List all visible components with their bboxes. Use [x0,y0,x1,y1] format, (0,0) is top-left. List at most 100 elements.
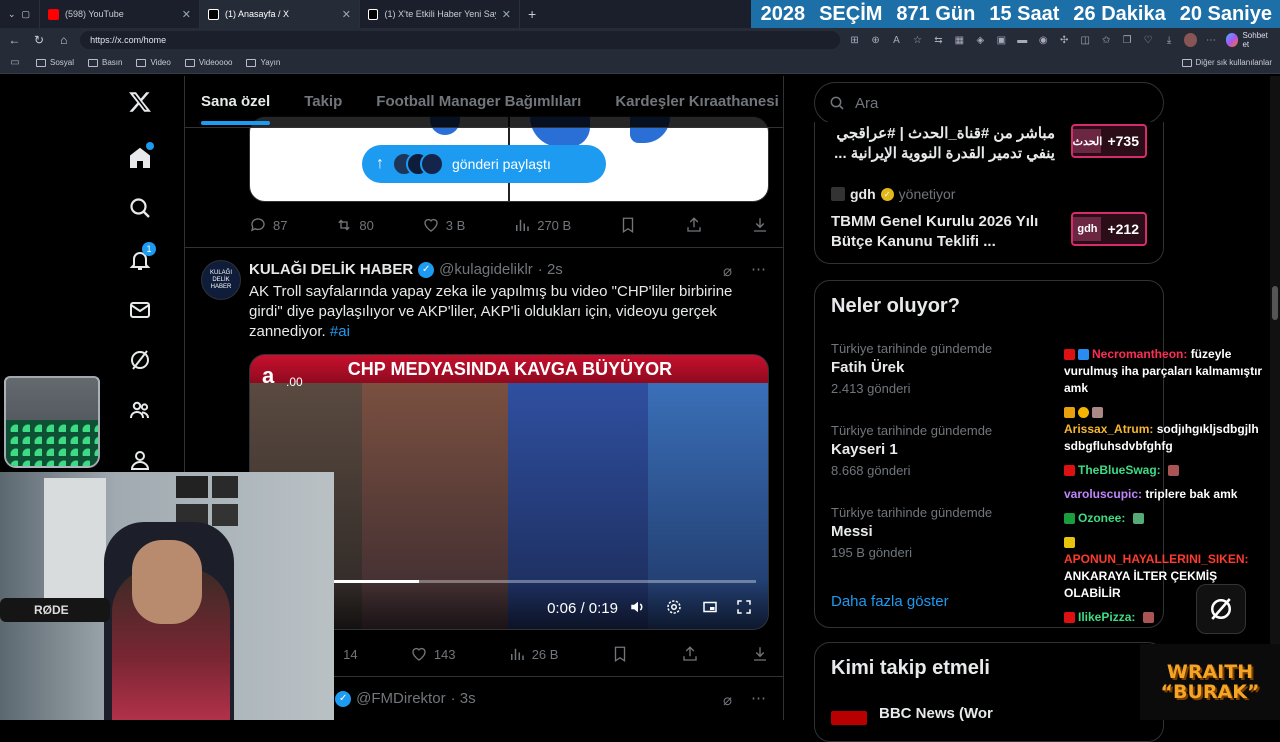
more-options-icon[interactable]: ⋯ [751,689,766,707]
reply-button[interactable]: 87 [249,216,287,234]
grok-icon[interactable]: ⌀ [723,262,732,280]
trend-item[interactable]: Türkiye tarihinde gündemde Fatih Ürek 2.… [831,341,992,396]
favorite-icon[interactable]: ☆ [911,33,924,47]
picture-in-picture-icon[interactable] [700,597,720,617]
explore-icon[interactable] [126,194,154,222]
extension-icon[interactable]: ◈ [974,33,987,47]
refresh-icon[interactable]: ↻ [31,33,48,47]
trend-item[interactable]: Türkiye tarihinde gündemde Kayseri 1 8.6… [831,423,992,478]
shared-post-pill[interactable]: ↑ gönderi paylaştı [362,145,606,183]
share-button[interactable] [681,645,699,663]
follow-suggestion-name[interactable]: BBC News (Wor [879,705,993,722]
hashtag-link[interactable]: #ai [330,323,350,340]
search-field[interactable]: Ara [814,82,1164,124]
extension-icon[interactable]: ◉ [1037,33,1050,47]
video-progress-bar[interactable] [264,580,756,583]
downloads-icon[interactable]: ⤓ [1163,33,1176,47]
views-button[interactable]: 26 B [508,645,558,663]
close-icon[interactable]: ✕ [502,8,511,21]
favorites-icon[interactable]: ✩ [1100,33,1113,47]
heart-icon[interactable]: ♡ [1142,33,1155,47]
share-button[interactable] [685,216,703,234]
views-button[interactable]: 270 B [513,216,571,234]
collections-icon[interactable]: ❐ [1121,33,1134,47]
split-screen-icon[interactable]: ◫ [1079,33,1092,47]
source-name[interactable]: gdh [850,186,876,202]
profile-icon[interactable] [1183,33,1197,47]
more-options-icon[interactable]: ⋯ [751,260,766,278]
countdown-seconds: 20 Saniye [1179,2,1272,25]
chat-username: TheBlueSwag: [1078,463,1161,477]
scrollbar-thumb[interactable] [1272,286,1278,320]
fullscreen-icon[interactable] [734,597,754,617]
news-badge[interactable]: gdh +212 [1071,212,1147,246]
author-handle[interactable]: @FMDirektor [356,690,445,707]
copilot-button[interactable]: Sohbet et [1225,31,1274,49]
author-name[interactable]: KULAĞI DELİK HABER [249,261,413,278]
folder-icon [36,58,46,67]
extension-icon[interactable]: ▦ [953,33,966,47]
news-badge[interactable]: الحدث +735 [1071,124,1147,158]
messages-icon[interactable] [126,296,154,324]
like-button[interactable]: 3 B [422,216,465,234]
tab-community-fm[interactable]: Football Manager Bağımlıları [376,93,581,110]
author-handle[interactable]: @kulagideliklr [439,261,533,278]
extension-icon[interactable]: ▣ [995,33,1008,47]
bookmark-button[interactable] [619,216,637,234]
tab-for-you[interactable]: Sana özel [201,93,271,125]
close-icon[interactable]: ✕ [182,8,191,21]
grok-icon[interactable]: ⌀ [723,691,732,709]
grok-icon[interactable] [126,346,154,374]
post-time[interactable]: · 3s [451,690,476,707]
webcam-frame [212,476,238,498]
volume-icon[interactable] [628,597,648,617]
tab-actions-button[interactable]: ⌄ ▢ [0,0,40,28]
like-button[interactable]: 143 [410,645,456,663]
countdown-hours: 15 Saat [989,2,1060,25]
avatar[interactable] [831,711,867,725]
copilot-icon [1225,33,1239,47]
url-field[interactable]: https://x.com/home [80,31,841,49]
badge-icon [1064,612,1075,624]
x-logo-icon[interactable] [126,88,154,116]
new-tab-button[interactable]: + [520,0,544,28]
translate-icon[interactable]: ⇆ [932,33,945,47]
download-button[interactable] [751,645,769,663]
notifications-icon[interactable]: 1 [126,242,156,274]
sidebar-icon[interactable]: ▭ [8,56,22,70]
bookmark-folder[interactable]: Sosyal [36,58,74,67]
badge-icon [1092,407,1103,419]
more-icon[interactable]: ⋯ [1205,33,1218,47]
post-time[interactable]: · 2s [538,261,563,278]
verified-badge-icon: ✓ [335,690,352,707]
avatar[interactable]: KULAĞI DELİK HABER [201,260,241,300]
repost-button[interactable]: 80 [335,216,374,234]
tab-community-kiraathane[interactable]: Kardeşler Kıraathanesi [615,93,778,110]
home-icon[interactable]: ⌂ [55,33,72,47]
settings-icon[interactable] [664,597,684,617]
app-icon[interactable]: ⊞ [848,33,861,47]
chat-message: TheBlueSwag: [1064,462,1274,479]
tab-x-home[interactable]: (1) Anasayfa / X ✕ [200,0,360,28]
tab-x-news[interactable]: (1) X'te Etkili Haber Yeni Sayfa: "Y... … [360,0,520,28]
trend-item[interactable]: Türkiye tarihinde gündemde Messi 195 B g… [831,505,992,560]
show-more-link[interactable]: Daha fazla göster [831,593,949,610]
read-aloud-icon[interactable]: A [890,33,903,47]
zoom-icon[interactable]: ⊕ [869,33,882,47]
bookmark-folder[interactable]: Video [136,58,171,67]
extension-icon[interactable]: ▬ [1016,33,1029,47]
close-icon[interactable]: ✕ [342,8,351,21]
bookmark-folder[interactable]: Basın [88,58,122,67]
tab-following[interactable]: Takip [304,93,342,110]
bookmark-button[interactable] [611,645,629,663]
profile-icon[interactable] [126,446,154,474]
tab-youtube[interactable]: (598) YouTube ✕ [40,0,200,28]
home-icon[interactable] [126,142,154,172]
puzzle-icon[interactable]: ✣ [1058,33,1071,47]
other-bookmarks[interactable]: Diğer sık kullanılanlar [1181,58,1272,67]
bookmark-folder[interactable]: Videoooo [184,58,232,67]
download-button[interactable] [751,216,769,234]
bookmark-folder[interactable]: Yayın [246,58,280,67]
back-icon[interactable]: ← [6,33,23,47]
communities-icon[interactable] [126,396,154,424]
